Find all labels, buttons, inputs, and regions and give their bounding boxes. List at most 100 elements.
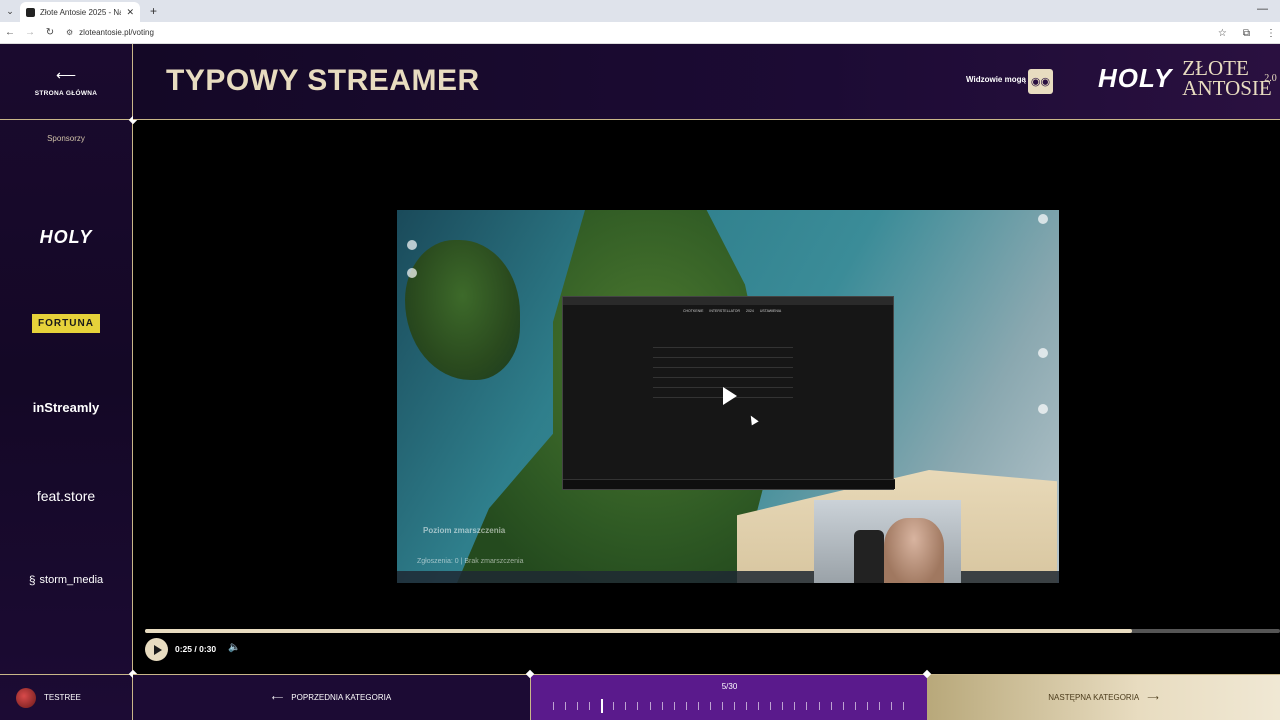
category-tick[interactable] (866, 702, 868, 710)
sidebar: ⟵ STRONA GŁÓWNA Sponsorzy HOLY FORTUNA i… (0, 44, 133, 720)
desktop-icon (1038, 214, 1048, 224)
sponsor-stormmedia-logo[interactable]: § storm_media (0, 573, 132, 587)
category-tick[interactable] (758, 702, 760, 710)
site-info-icon[interactable]: ⚙ (66, 28, 73, 37)
inner-statusbar (563, 479, 895, 489)
category-tick[interactable] (890, 702, 892, 710)
sponsor-fortuna-logo[interactable]: FORTUNA (0, 314, 132, 333)
desktop-icon (1038, 404, 1048, 414)
category-ticks (553, 699, 913, 713)
category-tick[interactable] (577, 702, 579, 710)
inner-titlebar (563, 297, 893, 305)
cam-person (884, 518, 944, 583)
user-profile[interactable]: TESTREE (0, 674, 132, 720)
brand-holy: HOLY (1098, 62, 1173, 93)
sponsor-fortuna-text: FORTUNA (32, 314, 100, 333)
sponsor-storm-text: storm_media (39, 574, 104, 586)
volume-icon[interactable]: 🔈 (228, 642, 240, 653)
new-tab-icon[interactable]: + (150, 4, 157, 18)
category-tick[interactable] (637, 702, 639, 710)
overlay-title: Poziom zmarszczenia (423, 526, 506, 535)
next-category-button[interactable]: NASTĘPNA KATEGORIA ⟶ (927, 674, 1280, 720)
video-progress-bar[interactable] (145, 629, 1280, 633)
page-header: TYPOWY STREAMER Widzowie mogą ◉◉ HOLY ZŁ… (133, 44, 1280, 120)
category-tick[interactable] (661, 702, 663, 710)
inner-row (653, 377, 793, 378)
close-tab-icon[interactable]: ✕ (126, 7, 134, 18)
previous-category-button[interactable]: ⟵ POPRZEDNIA KATEGORIA (133, 674, 530, 720)
category-counter: 5/30 (721, 682, 738, 691)
video-time: 0:25 / 0:30 (175, 644, 217, 654)
tab-title: Złote Antosie 2025 - Największa (40, 7, 122, 17)
viewers-button[interactable]: ◉◉ (1028, 69, 1053, 94)
category-tick[interactable] (842, 702, 844, 710)
desktop-icon (1038, 348, 1048, 358)
category-tick[interactable] (625, 702, 627, 710)
brand-antosie: ANTOSIE (1182, 76, 1272, 100)
category-tick[interactable] (806, 702, 808, 710)
category-tick[interactable] (746, 702, 748, 710)
category-tick[interactable] (770, 702, 772, 710)
url-text[interactable]: zloteantosie.pl/voting (79, 28, 154, 37)
desktop-icon (407, 240, 417, 250)
arrow-left-icon: ⟵ (55, 66, 77, 83)
category-tick[interactable] (685, 702, 687, 710)
category-tick[interactable] (565, 702, 567, 710)
overlay-subtitle: Zgłoszenia: 0 | Brak zmarszczenia (417, 558, 524, 565)
cam-chair (854, 530, 884, 583)
username: TESTREE (44, 693, 81, 702)
forward-icon[interactable]: → (20, 27, 40, 38)
inner-tab: INTERSTELLATOR (709, 309, 741, 313)
sponsor-holy-logo[interactable]: HOLY (0, 227, 132, 248)
category-tick[interactable] (818, 702, 820, 710)
voting-page: ⟵ STRONA GŁÓWNA Sponsorzy HOLY FORTUNA i… (0, 44, 1280, 720)
category-tick[interactable] (709, 702, 711, 710)
brand-zlote-antosie: ZŁOTE ANTOSIE 2.0 (1182, 58, 1277, 100)
category-tick[interactable] (782, 702, 784, 710)
category-tick[interactable] (613, 702, 615, 710)
tab-list-icon[interactable]: ⌄ (0, 6, 20, 17)
extensions-icon[interactable]: ⧉ (1243, 28, 1250, 39)
home-link[interactable]: ⟵ STRONA GŁÓWNA (0, 44, 132, 120)
previous-category-label: POPRZEDNIA KATEGORIA (291, 693, 392, 702)
browser-tab[interactable]: Złote Antosie 2025 - Największa ✕ (20, 2, 140, 22)
minimize-icon[interactable]: — (1257, 3, 1268, 15)
category-tick[interactable] (721, 702, 723, 710)
url-field[interactable]: ⚙ zloteantosie.pl/voting (66, 28, 154, 37)
inner-tab: 2024 (746, 309, 754, 313)
category-tick[interactable] (830, 702, 832, 710)
mouse-cursor-icon (747, 413, 759, 426)
category-tick[interactable] (794, 702, 796, 710)
category-tick[interactable] (553, 702, 554, 710)
category-tick[interactable] (734, 702, 736, 710)
category-tick[interactable] (697, 702, 699, 710)
desktop-icon (407, 268, 417, 278)
category-tick[interactable] (589, 702, 591, 710)
bookmark-star-icon[interactable]: ☆ (1218, 28, 1227, 39)
category-tick[interactable] (649, 702, 651, 710)
reload-icon[interactable]: ↻ (40, 27, 60, 38)
inner-row (653, 347, 793, 348)
category-tick[interactable] (673, 702, 675, 710)
category-tick[interactable] (903, 702, 904, 710)
page-title: TYPOWY STREAMER (166, 64, 480, 97)
avatar (16, 687, 36, 708)
back-icon[interactable]: ← (0, 27, 20, 38)
sponsor-instreamly-logo[interactable]: inStreamly (0, 400, 132, 415)
users-icon: ◉◉ (1030, 76, 1051, 88)
sponsor-featstore-logo[interactable]: feat.store (0, 488, 132, 504)
site-favicon-icon (26, 7, 35, 17)
video-progress-fill (145, 629, 1133, 633)
play-button[interactable] (145, 638, 168, 661)
browser-tabbar: ⌄ Złote Antosie 2025 - Największa ✕ + — (0, 0, 1280, 22)
category-progress: 5/30 (530, 674, 927, 720)
category-tick[interactable] (854, 702, 856, 710)
profile-icon[interactable]: ⋮ (1266, 28, 1276, 39)
video-play-icon[interactable] (721, 387, 739, 405)
category-tick[interactable] (878, 702, 880, 710)
video-player[interactable]: CHOTKENIE INTERSTELLATOR 2024 USTAWIENIA… (397, 210, 1059, 583)
inner-row (653, 367, 793, 368)
play-icon (153, 644, 162, 655)
category-tick[interactable] (601, 699, 604, 713)
video-inner-window: CHOTKENIE INTERSTELLATOR 2024 USTAWIENIA (562, 296, 895, 490)
